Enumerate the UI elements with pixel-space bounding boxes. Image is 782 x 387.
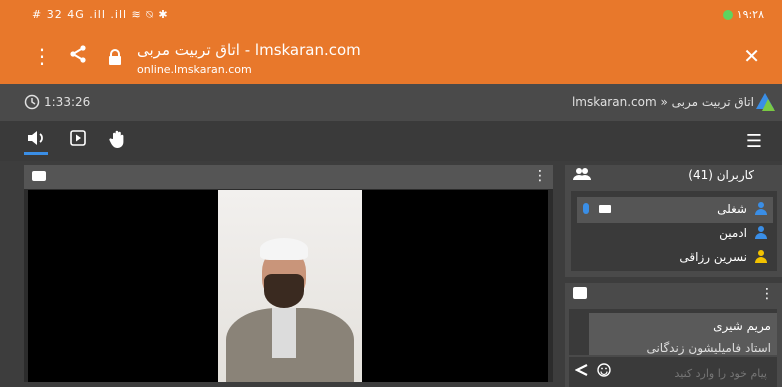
message-text: استاد فامیلیشون زندگانی [646, 341, 771, 355]
camera-icon [32, 171, 46, 181]
present-icon[interactable] [66, 129, 90, 151]
users-list: شغلی ادمین نسرین رزاقی [571, 191, 777, 271]
page-title: اتاق تربیت مربی - lmskaran.com [137, 41, 361, 59]
emoji-icon[interactable] [597, 363, 611, 381]
user-name: ادمین [719, 226, 747, 240]
users-panel: کاربران (41) شغلی ادمین نسرین رزاقی [565, 165, 782, 277]
message-sender: مریم شیری [713, 319, 771, 333]
video-options-icon[interactable]: ⋮ [533, 168, 547, 184]
share-icon[interactable] [68, 44, 88, 69]
user-icon [755, 202, 767, 216]
status-icons: # 32 4G .ill .ill ≋ ⍉ ✱ [32, 8, 169, 21]
more-vert-icon[interactable]: ⋮ [32, 44, 52, 68]
video-panel-header: ⋮ [24, 165, 553, 189]
raise-hand-icon[interactable] [106, 129, 130, 151]
chat-options-icon[interactable]: ⋮ [760, 286, 774, 302]
video-stream[interactable] [28, 190, 548, 382]
user-name: نسرین رزاقی [679, 250, 747, 264]
chat-panel: ⋮ مریم شیری استاد فامیلیشون زندگانی [565, 283, 782, 387]
chat-icon [573, 287, 587, 299]
speaker-icon[interactable] [24, 129, 48, 151]
chat-message: مریم شیری استاد فامیلیشون زندگانی [589, 313, 777, 355]
status-bar: # 32 4G .ill .ill ≋ ⍉ ✱ ۱۹:۲۸ [0, 0, 782, 30]
lock-icon [108, 46, 122, 70]
chat-input-bar [569, 357, 777, 387]
user-row[interactable]: ادمین [577, 221, 773, 247]
status-time: ۱۹:۲۸ [736, 8, 764, 21]
video-camera-icon [599, 205, 611, 213]
session-toolbar: ☰ [0, 121, 782, 161]
user-row[interactable]: شغلی [577, 197, 773, 223]
users-group-icon [573, 168, 591, 180]
user-icon [755, 250, 767, 264]
session-timer: 1:33:26 [44, 95, 91, 109]
battery-icon [722, 9, 733, 20]
app-header: 1:33:26 lmskaran.com » اتاق تربیت مربی [0, 84, 782, 121]
mic-icon [583, 203, 589, 214]
chat-message-input[interactable] [617, 364, 767, 382]
browser-toolbar: ⋮ اتاق تربیت مربی - lmskaran.com online.… [0, 30, 782, 84]
send-icon[interactable] [574, 363, 589, 381]
user-icon [755, 226, 767, 240]
hamburger-menu-icon[interactable]: ☰ [746, 131, 762, 152]
video-panel: ⋮ [24, 165, 553, 382]
webcam-frame [218, 190, 362, 382]
close-icon[interactable]: ✕ [743, 44, 760, 68]
chat-messages: مریم شیری استاد فامیلیشون زندگانی [569, 309, 777, 355]
active-tab-indicator [24, 152, 48, 155]
users-panel-title: کاربران (41) [688, 168, 754, 182]
user-row[interactable]: نسرین رزاقی [577, 245, 773, 271]
page-url[interactable]: online.lmskaran.com [137, 63, 252, 76]
user-name: شغلی [717, 202, 747, 216]
lmskaran-logo-icon [756, 93, 775, 111]
breadcrumb[interactable]: lmskaran.com » اتاق تربیت مربی [572, 95, 754, 109]
clock-icon [24, 94, 40, 110]
